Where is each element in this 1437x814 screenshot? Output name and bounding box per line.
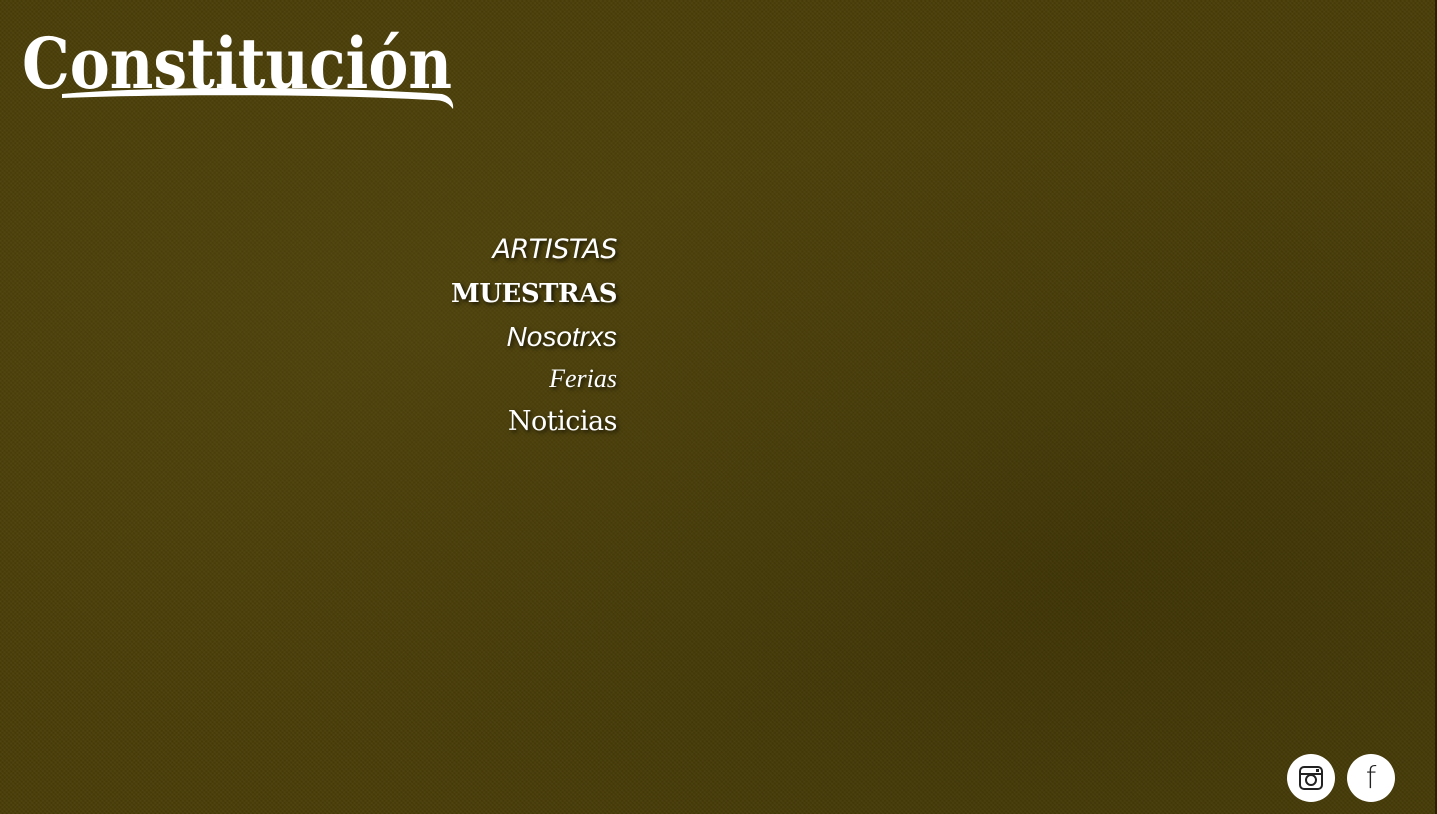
facebook-icon: f [1365,761,1377,796]
nav-item-artistas[interactable]: ARTISTAS [400,228,618,272]
nav-item-nosotrxs[interactable]: Nosotrxs [400,316,617,358]
logo-wordmark: Constitución [22,22,454,109]
main-nav: ARTISTAS MUESTRAS Nosotrxs Ferias Notici… [400,228,617,444]
instagram-icon [1299,766,1323,790]
site-logo[interactable]: Constitución [22,14,456,112]
facebook-button[interactable]: f [1347,754,1395,802]
nav-item-ferias[interactable]: Ferias [400,358,617,400]
instagram-button[interactable] [1287,754,1335,802]
nav-item-noticias[interactable]: Noticias [400,400,618,444]
nav-item-muestras[interactable]: MUESTRAS [400,272,617,316]
logo-text: Constitución [22,22,452,105]
